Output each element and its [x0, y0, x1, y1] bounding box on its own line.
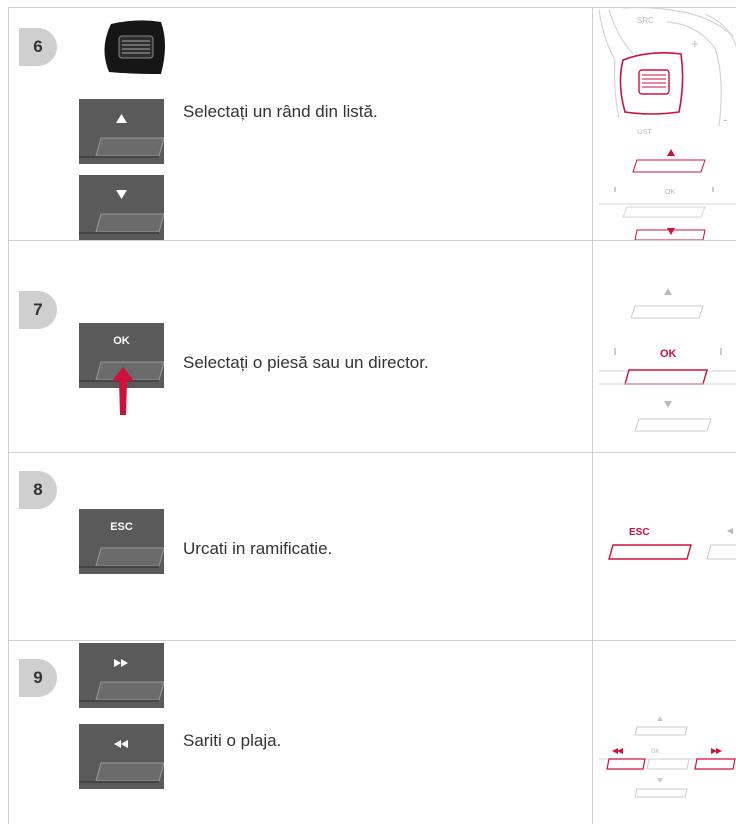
press-arrow-icon	[112, 367, 134, 415]
track-skip-diagram: OK	[599, 716, 736, 798]
ok-label: OK	[665, 189, 675, 196]
table-row: 8 ESC Urcati in ramificatie. ESC	[9, 453, 736, 641]
up-arrow-icon	[116, 114, 127, 123]
step-description: Selectați un rând din listă.	[183, 102, 378, 121]
table-row: 6 Selectați un rând din listă. SRC + - L…	[9, 8, 736, 241]
list-label: LIST	[637, 129, 653, 136]
down-button[interactable]	[79, 175, 164, 240]
fast-forward-button[interactable]	[79, 643, 164, 708]
step-number: 7	[19, 291, 57, 329]
steering-wheel-diagram: SRC + - LIST OK	[598, 8, 736, 240]
step-description: Selectați o piesă sau un director.	[183, 353, 429, 372]
plus-label: +	[691, 36, 699, 51]
ok-controls-diagram: OK	[599, 288, 736, 432]
esc-button-label: ESC	[110, 521, 133, 533]
minus-label: -	[723, 112, 727, 127]
esc-button[interactable]: ESC	[79, 509, 164, 574]
down-arrow-icon	[116, 190, 127, 199]
rewind-button[interactable]	[79, 724, 164, 789]
up-button[interactable]	[79, 99, 164, 164]
ok-label: OK	[660, 348, 677, 360]
step-description: Sariti o plaja.	[183, 731, 282, 750]
table-row: 9 Sariti o plaja. OK	[9, 641, 736, 824]
instruction-table: 6 Selectați un rând din listă. SRC + - L…	[8, 7, 736, 824]
src-label: SRC	[637, 16, 654, 25]
step-number: 9	[19, 659, 57, 697]
step-number: 8	[19, 471, 57, 509]
step-description: Urcati in ramificatie.	[183, 539, 333, 558]
fast-forward-icon	[114, 659, 128, 667]
ok-button-label: OK	[113, 335, 130, 347]
step-number: 6	[19, 28, 57, 66]
esc-controls-diagram: ESC	[608, 527, 736, 560]
steering-control-icon	[104, 20, 165, 74]
ok-label: OK	[651, 749, 660, 755]
rewind-icon	[114, 740, 128, 748]
esc-label: ESC	[629, 527, 650, 538]
table-row: 7 OK Selectați o piesă sau un director. …	[9, 241, 736, 453]
